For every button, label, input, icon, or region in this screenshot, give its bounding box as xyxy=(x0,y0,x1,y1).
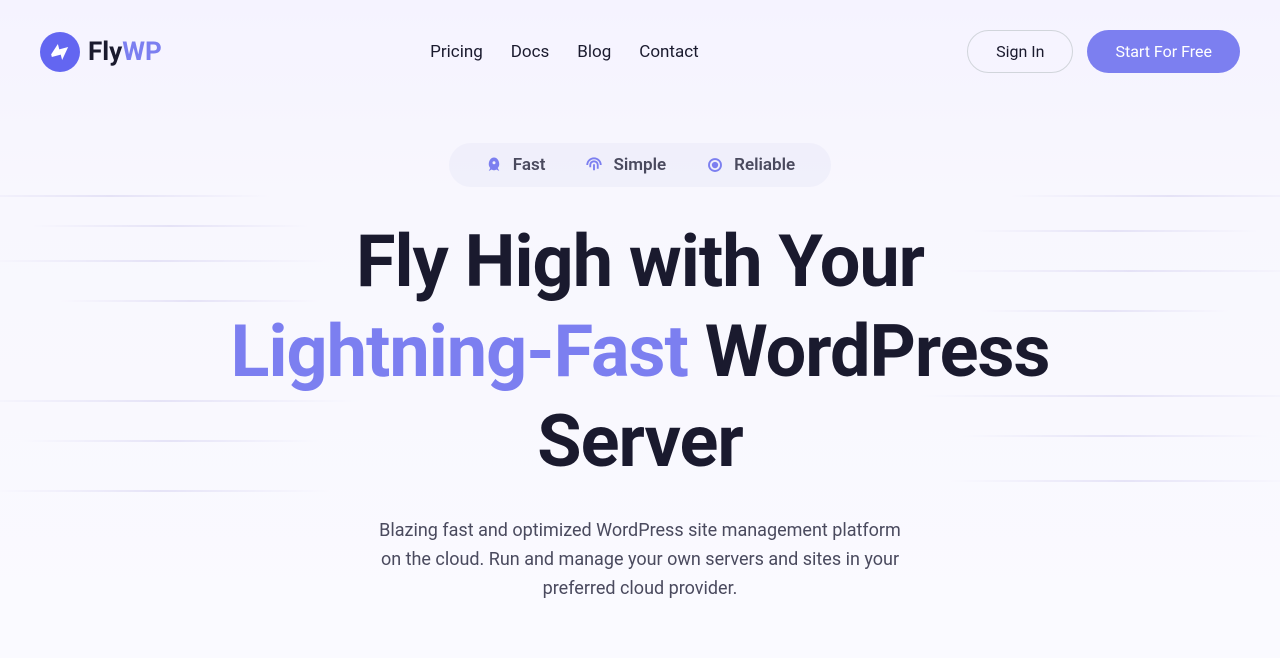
start-free-button[interactable]: Start For Free xyxy=(1087,30,1240,73)
nav-pricing[interactable]: Pricing xyxy=(430,42,483,62)
nav-contact[interactable]: Contact xyxy=(639,42,698,62)
nav-blog[interactable]: Blog xyxy=(577,42,611,62)
badge-fast: Fast xyxy=(485,155,546,175)
badge-simple: Simple xyxy=(585,155,666,175)
badge-fast-label: Fast xyxy=(513,155,546,175)
logo[interactable]: FlyWP xyxy=(40,32,162,72)
feature-badges: Fast Simple Reliable xyxy=(449,143,831,187)
logo-icon xyxy=(40,32,80,72)
rocket-icon xyxy=(485,156,503,174)
logo-text: FlyWP xyxy=(88,37,162,67)
hero-title: Fly High with Your Lightning-Fast WordPr… xyxy=(210,217,1070,487)
badge-simple-label: Simple xyxy=(613,155,666,175)
header: FlyWP Pricing Docs Blog Contact Sign In … xyxy=(0,0,1280,103)
fingerprint-icon xyxy=(585,156,603,174)
signin-button[interactable]: Sign In xyxy=(967,30,1073,73)
badge-reliable: Reliable xyxy=(706,155,795,175)
main-nav: Pricing Docs Blog Contact xyxy=(430,42,699,62)
hero-subtitle: Blazing fast and optimized WordPress sit… xyxy=(370,517,910,603)
badge-reliable-label: Reliable xyxy=(734,155,795,175)
header-actions: Sign In Start For Free xyxy=(967,30,1240,73)
nav-docs[interactable]: Docs xyxy=(511,42,550,62)
hero-section: Fast Simple Reliable Fly High with Your … xyxy=(190,143,1090,603)
circle-icon xyxy=(706,156,724,174)
